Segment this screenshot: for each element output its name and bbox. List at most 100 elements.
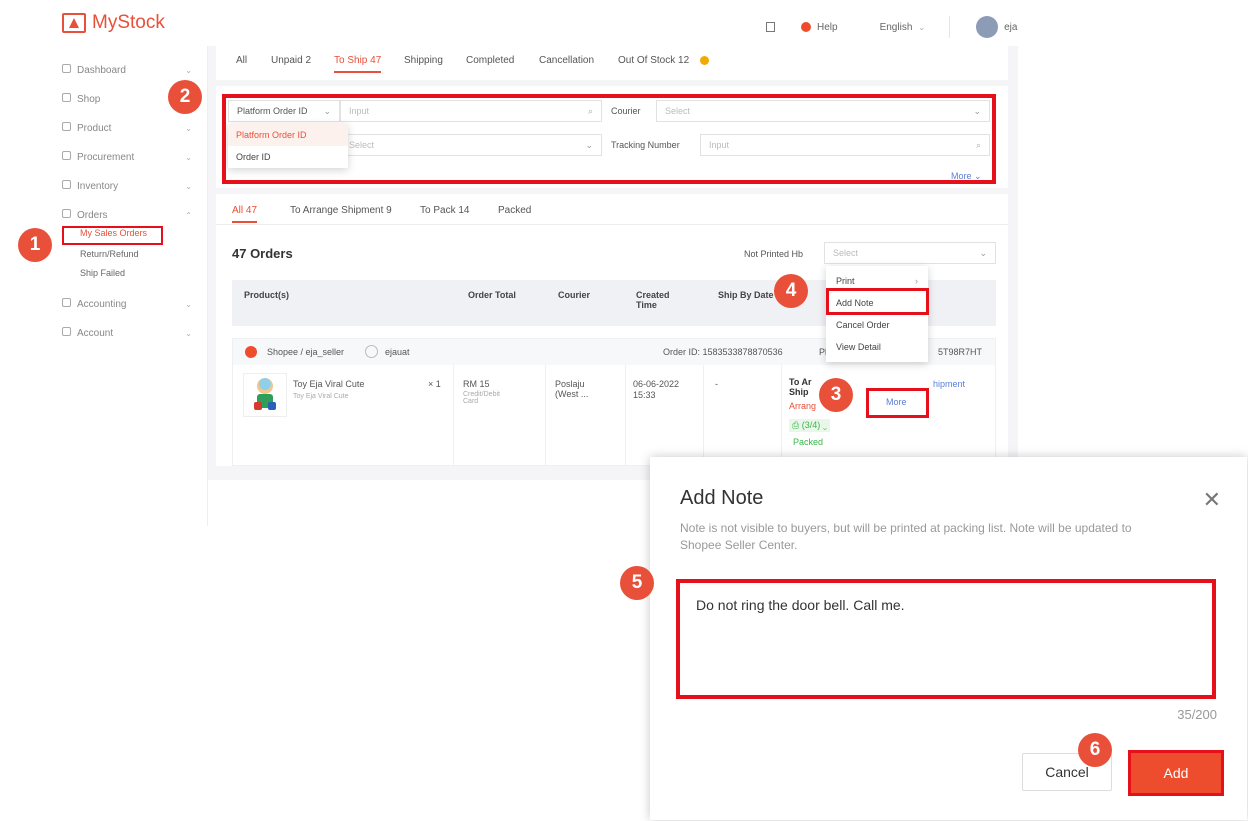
dialog-title: Add Note (680, 487, 764, 509)
menu-label: Print (836, 276, 855, 286)
add-button[interactable]: Add (1128, 750, 1224, 796)
tab-to-ship[interactable]: To Ship 47 (334, 55, 382, 73)
tab-completed[interactable]: Completed (466, 55, 514, 66)
user-name[interactable]: eja (1004, 22, 1017, 33)
highlight-my-sales-orders (62, 226, 163, 245)
highlight-filter-panel (222, 94, 996, 184)
order-id: Order ID: 1583533878870536 (663, 347, 783, 357)
order-total: RM 15 (463, 379, 490, 389)
subtab-packed[interactable]: Packed (498, 205, 531, 216)
col-courier: Courier (558, 290, 591, 300)
step-badge-1: 1 (18, 228, 52, 262)
sidebar-item-dashboard[interactable]: Dashboard ⌄ (62, 64, 192, 76)
tab-out-of-stock[interactable]: Out Of Stock 12 (618, 55, 689, 66)
help-link[interactable]: Help (817, 22, 838, 33)
col-divider (703, 365, 704, 465)
arrange-shipment-tag[interactable]: Arrang (789, 401, 816, 411)
chevron-down-icon: ⌄ (185, 181, 192, 191)
warning-icon (700, 56, 709, 65)
col-divider (545, 365, 546, 465)
chevron-down-icon: ⌄ (185, 299, 192, 309)
sidebar-item-product[interactable]: Product ⌄ (62, 122, 192, 134)
orders-icon (62, 209, 71, 218)
tab-all[interactable]: All (236, 55, 247, 66)
not-printed-label: Not Printed Hb (744, 249, 804, 259)
close-icon[interactable]: ✕ (1203, 487, 1221, 513)
packed-status: Packed (793, 437, 824, 447)
col-divider (453, 365, 454, 465)
pack-progress-badge: ⎙ (3/4) ⌄ (789, 419, 830, 432)
language-select[interactable]: English (880, 22, 913, 33)
avatar[interactable] (976, 16, 999, 38)
payment-method: Credit/Debit Card (463, 391, 500, 405)
sidebar-subitem-return-refund[interactable]: Return/Refund (80, 249, 139, 259)
menu-item-cancel-order[interactable]: Cancel Order (826, 314, 928, 336)
shop-icon (62, 93, 71, 102)
chevron-down-icon: ⌄ (185, 152, 192, 162)
step-badge-2: 2 (168, 80, 202, 114)
sidebar: Dashboard ⌄ Shop Product ⌄ Procurement ⌄ In… (52, 46, 208, 526)
shopee-icon (245, 346, 257, 358)
status-tabs: All Unpaid 2 To Ship 47 Shipping Complet… (216, 46, 1008, 80)
tab-unpaid[interactable]: Unpaid 2 (271, 55, 311, 66)
sidebar-subitem-ship-failed[interactable]: Ship Failed (80, 268, 125, 278)
sidebar-label: Accounting (77, 299, 127, 310)
col-divider (781, 365, 782, 465)
created-time: 15:33 (633, 390, 656, 400)
note-textarea[interactable]: Do not ring the door bell. Call me. (676, 579, 1216, 699)
col-divider (625, 365, 626, 465)
subtab-divider (216, 224, 1008, 225)
sidebar-label: Inventory (77, 181, 119, 192)
sidebar-item-orders[interactable]: Orders ⌃ (62, 209, 192, 221)
col-created-time[interactable]: Created Time (636, 290, 680, 310)
tab-cancellation[interactable]: Cancellation (539, 55, 594, 66)
highlight-add-note (826, 288, 929, 315)
inventory-icon (62, 180, 71, 189)
subtab-to-arrange-shipment[interactable]: To Arrange Shipment 9 (290, 205, 392, 216)
pack-progress: (3/4) (801, 420, 821, 430)
sidebar-label: Dashboard (77, 65, 126, 76)
shop-name: Shopee / eja_seller (267, 347, 345, 357)
product-name[interactable]: Toy Eja Viral Cute (293, 379, 364, 389)
chevron-down-icon: ⌄ (979, 247, 987, 258)
screen: MyStock Help English ⌄ eja Dashboard ⌄ Sh… (0, 0, 1248, 821)
help-icon[interactable] (801, 22, 811, 32)
dialog-description: Note is not visible to buyers, but will … (680, 521, 1132, 552)
menu-item-view-detail[interactable]: View Detail (826, 336, 928, 358)
sidebar-item-procurement[interactable]: Procurement ⌄ (62, 151, 192, 163)
toy-image (254, 378, 276, 410)
subtab-all[interactable]: All 47 (232, 205, 258, 223)
courier-name: Poslaju (West ... (555, 379, 589, 399)
step-badge-4: 4 (774, 274, 808, 308)
not-printed-select[interactable]: Select ⌄ (824, 242, 996, 264)
platform-order-id: 5T98R7HT (938, 347, 983, 357)
col-products[interactable]: Product(s) (244, 290, 289, 300)
sidebar-item-inventory[interactable]: Inventory ⌄ (62, 180, 192, 192)
step-badge-5: 5 (620, 566, 654, 600)
sidebar-label: Procurement (77, 152, 135, 163)
accounting-icon (62, 298, 71, 307)
sidebar-label: Product (77, 123, 112, 134)
notes-icon[interactable] (766, 22, 775, 32)
subtab-to-pack[interactable]: To Pack 14 (420, 205, 469, 216)
orders-count-title: 47 Orders (232, 246, 293, 261)
store-icon (62, 13, 86, 33)
col-ship-by-date[interactable]: Ship By Date (718, 290, 778, 300)
sidebar-label: Shop (77, 94, 101, 105)
chevron-down-icon: ⌄ (185, 328, 192, 338)
chevron-down-icon: ⌄ (918, 22, 926, 32)
brand-logo[interactable]: MyStock (62, 12, 165, 34)
sidebar-item-account[interactable]: Account ⌄ (62, 327, 192, 339)
header-actions: Help English ⌄ eja (766, 16, 1017, 38)
arrange-shipment-link[interactable]: hipment (933, 379, 965, 389)
tab-shipping[interactable]: Shipping (404, 55, 443, 66)
highlight-more-button (866, 388, 929, 418)
created-date: 06-06-2022 (633, 379, 680, 389)
step-badge-6: 6 (1078, 733, 1112, 767)
chevron-up-icon: ⌃ (185, 210, 192, 220)
step-badge-3: 3 (819, 378, 853, 412)
product-qty: × 1 (428, 379, 441, 389)
account-icon (62, 327, 71, 336)
chevron-down-icon: ⌄ (185, 65, 192, 75)
sidebar-item-accounting[interactable]: Accounting ⌄ (62, 298, 192, 310)
